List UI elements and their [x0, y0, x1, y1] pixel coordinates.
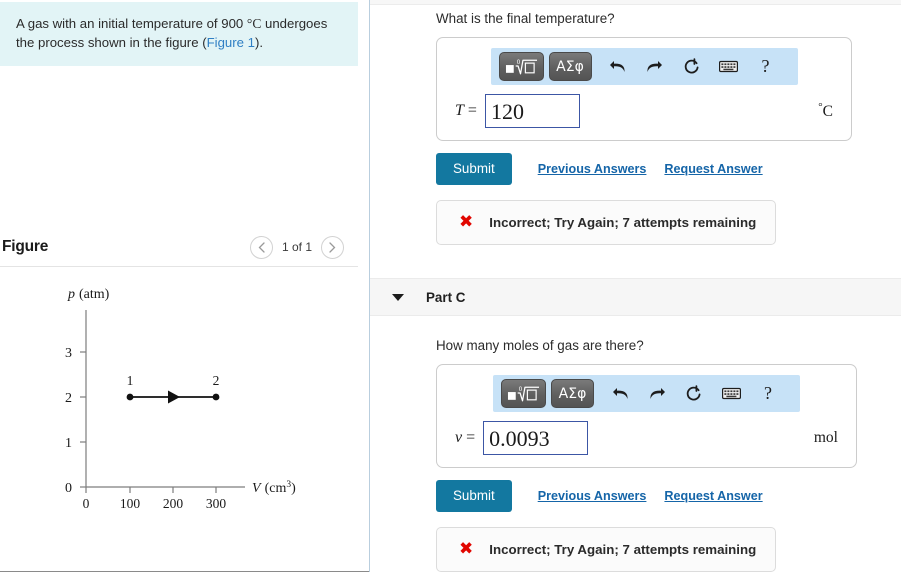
undo-arrow-icon [610, 61, 625, 72]
redo-arrow-icon [649, 388, 665, 399]
keyboard-icon [721, 387, 741, 400]
caret-down-icon[interactable] [392, 293, 404, 301]
part-c-actions: Submit Previous Answers Request Answer [436, 480, 901, 512]
part-b-answer-row: T = 120 °C [437, 85, 851, 140]
y-tick-0: 0 [65, 481, 72, 496]
part-c-answer-input[interactable]: 0.0093 [483, 421, 589, 455]
y-tick-2: 2 [65, 391, 72, 406]
degree-celsius-symbol: °C [246, 16, 262, 31]
figure-pager: 1 of 1 [249, 235, 344, 259]
part-b-answer-card: 0 ΑΣφ ? T = 120 °C [436, 37, 852, 141]
undo-button[interactable] [604, 379, 636, 408]
part-c-header[interactable]: Part C [370, 278, 901, 316]
help-button[interactable]: ? [752, 379, 784, 408]
part-b-feedback: ✖ Incorrect; Try Again; 7 attempts remai… [436, 200, 776, 245]
part-c-math-toolbar: 0 ΑΣφ ? [493, 375, 800, 412]
part-c-answer-row: ν = 0.0093 mol [437, 412, 856, 467]
chevron-left-icon [258, 241, 265, 253]
reset-button[interactable] [676, 52, 708, 81]
process-arrowhead [168, 390, 180, 404]
greek-symbols-button[interactable]: ΑΣφ [551, 379, 594, 408]
keyboard-button[interactable] [715, 379, 747, 408]
part-b-request-answer-link[interactable]: Request Answer [664, 162, 762, 176]
greek-symbols-button[interactable]: ΑΣφ [548, 52, 592, 81]
part-b-actions: Submit Previous Answers Request Answer [436, 153, 901, 185]
data-point-1 [126, 393, 134, 401]
template-radical-icon: 0 [505, 59, 537, 74]
redo-button[interactable] [641, 379, 673, 408]
problem-text-prefix: A gas with an initial temperature of 900 [16, 16, 247, 31]
template-radical-icon: 0 [507, 386, 540, 401]
part-c-submit-button[interactable]: Submit [436, 480, 512, 512]
reset-circle-icon [684, 57, 698, 73]
reset-circle-icon [686, 384, 701, 400]
part-c-feedback-text: Incorrect; Try Again; 7 attempts remaini… [489, 542, 757, 557]
template-radical-button[interactable]: 0 [498, 52, 544, 81]
figure-header: Figure 1 of 1 [0, 228, 358, 266]
x-tick-100: 100 [120, 496, 141, 511]
y-tick-1: 1 [65, 436, 72, 451]
prev-figure-button[interactable] [249, 235, 273, 259]
figure-pager-label: 1 of 1 [281, 240, 312, 254]
figure-header-divider [0, 266, 358, 267]
redo-arrow-icon [647, 61, 662, 72]
x-mark-icon: ✖ [459, 539, 474, 559]
part-b-block: What is the final temperature? 0 ΑΣφ ? T… [370, 11, 901, 245]
svg-text:0: 0 [516, 60, 520, 66]
help-label: ? [764, 383, 772, 403]
greek-symbols-label: ΑΣφ [556, 58, 584, 75]
x-axis-label: V (cm3) [252, 480, 296, 496]
right-panel: What is the final temperature? 0 ΑΣφ ? T… [370, 0, 901, 572]
keyboard-button[interactable] [713, 52, 745, 81]
part-b-unit-label: °C [818, 100, 833, 121]
part-b-submit-button[interactable]: Submit [436, 153, 512, 185]
reset-button[interactable] [678, 379, 710, 408]
next-figure-button[interactable] [321, 235, 344, 259]
x-tick-200: 200 [163, 496, 184, 511]
problem-statement-box: A gas with an initial temperature of 900… [0, 2, 358, 66]
left-panel: A gas with an initial temperature of 900… [0, 0, 370, 572]
x-mark-icon: ✖ [459, 212, 474, 232]
svg-text:0: 0 [519, 387, 523, 393]
part-c-feedback: ✖ Incorrect; Try Again; 7 attempts remai… [436, 527, 776, 572]
redo-button[interactable] [639, 52, 671, 81]
chevron-right-icon [329, 241, 336, 253]
point-label-1: 1 [127, 373, 134, 388]
problem-page: A gas with an initial temperature of 900… [0, 0, 901, 572]
part-b-previous-answers-link[interactable]: Previous Answers [538, 162, 647, 176]
figure-title: Figure [2, 238, 49, 255]
y-axis-label: p (atm) [67, 287, 110, 302]
figure-chart-area: 0 1 2 3 0 100 200 300 p (atm) V (cm3) 1 … [0, 272, 358, 542]
part-c-block: Part C How many moles of gas are there? … [370, 278, 901, 572]
part-c-answer-card: 0 ΑΣφ ? ν = 0.0093 mol [436, 364, 857, 468]
part-b-feedback-text: Incorrect; Try Again; 7 attempts remaini… [489, 215, 757, 230]
part-b-math-toolbar: 0 ΑΣφ ? [490, 48, 798, 85]
pv-diagram: 0 1 2 3 0 100 200 300 p (atm) V (cm3) 1 … [65, 287, 296, 511]
undo-arrow-icon [612, 388, 628, 399]
keyboard-icon [719, 60, 738, 73]
part-b-variable-label: T = [455, 102, 477, 119]
part-b-question: What is the final temperature? [436, 11, 615, 26]
part-c-unit-label: mol [813, 429, 838, 446]
part-c-question: How many moles of gas are there? [436, 338, 644, 353]
help-label: ? [761, 56, 770, 76]
part-c-variable-label: ν = [455, 429, 476, 446]
figure-1-link[interactable]: Figure 1 [207, 35, 255, 50]
x-tick-300: 300 [206, 496, 227, 511]
point-label-2: 2 [213, 373, 220, 388]
help-button[interactable]: ? [750, 52, 782, 81]
problem-text-suffix: ). [254, 35, 264, 50]
part-c-request-answer-link[interactable]: Request Answer [664, 489, 762, 503]
data-point-2 [212, 393, 220, 401]
part-c-title: Part C [426, 289, 466, 305]
x-tick-0: 0 [83, 496, 90, 511]
undo-button[interactable] [602, 52, 634, 81]
top-strip [370, 0, 901, 5]
y-tick-3: 3 [65, 346, 72, 361]
part-c-previous-answers-link[interactable]: Previous Answers [538, 489, 647, 503]
problem-statement-text: A gas with an initial temperature of 900… [16, 14, 340, 52]
template-radical-button[interactable]: 0 [501, 379, 546, 408]
greek-symbols-label: ΑΣφ [558, 385, 587, 402]
part-b-answer-input[interactable]: 120 [484, 94, 580, 128]
